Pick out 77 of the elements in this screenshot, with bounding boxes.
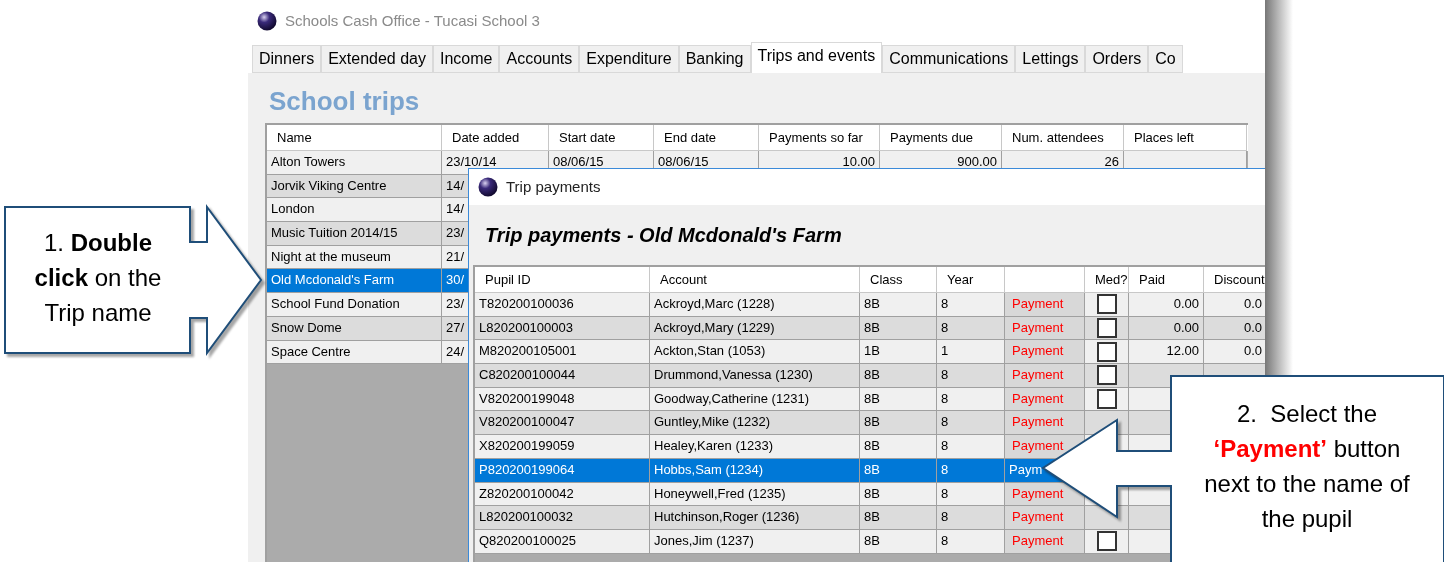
table-cell: Q820200100025	[475, 529, 650, 554]
table-cell[interactable]: Space Centre	[267, 340, 442, 365]
table-cell: Hobbs,Sam (1234)	[650, 458, 860, 483]
table-cell: M820200105001	[475, 340, 650, 365]
table-cell: 8B	[860, 529, 937, 554]
table-cell: 8B	[860, 482, 937, 507]
table-cell: Guntley,Mike (1232)	[650, 411, 860, 436]
table-cell: Jones,Jim (1237)	[650, 529, 860, 554]
table-cell: Z820200100042	[475, 482, 650, 507]
table-cell-text: 0.0	[1242, 342, 1262, 361]
table-cell: V820200199048	[475, 387, 650, 412]
table-cell: T820200100036	[475, 293, 650, 317]
table-cell: 8B	[860, 316, 937, 341]
table-cell: 8	[937, 458, 1005, 483]
table-cell: Healey,Karen (1233)	[650, 435, 860, 459]
table-cell-text: 0.0	[1242, 295, 1262, 313]
table-cell: 8B	[860, 364, 937, 388]
tab[interactable]: Accounts	[499, 45, 580, 73]
table-cell: Ackton,Stan (1053)	[650, 340, 860, 365]
tab[interactable]: Communications	[882, 45, 1016, 73]
dialog-heading: Trip payments - Old Mcdonald's Farm	[485, 223, 842, 248]
table-cell: 8B	[860, 506, 937, 530]
table-cell[interactable]: Night at the museum	[267, 245, 442, 270]
table-cell: 8	[937, 529, 1005, 554]
table-cell: 12.00	[1129, 340, 1204, 365]
table-cell: 0.00	[1129, 293, 1204, 317]
table-cell: L820200100032	[475, 506, 650, 530]
table-cell: Ackroyd,Marc (1228)	[650, 293, 860, 317]
tab[interactable]: Dinners	[252, 45, 322, 73]
tab[interactable]: Orders	[1085, 45, 1149, 73]
table-cell: 8	[937, 411, 1005, 436]
dialog-title: Trip payments	[506, 176, 601, 197]
tab[interactable]: Trips and events	[750, 42, 883, 73]
tab[interactable]: Banking	[678, 45, 751, 73]
table-cell: Drummond,Vanessa (1230)	[650, 364, 860, 388]
table-cell: 8	[937, 387, 1005, 412]
table-cell[interactable]: Old Mcdonald's Farm	[267, 269, 442, 294]
table-cell[interactable]: London	[267, 198, 442, 223]
tab[interactable]: Lettings	[1015, 45, 1086, 73]
callout-text: 2. Select the ‘Payment’ button next to the name of the pupil	[1203, 399, 1411, 534]
table-cell: Goodway,Catherine (1231)	[650, 387, 860, 412]
table-cell: 8B	[860, 411, 937, 436]
payment-button[interactable]: Paym	[1009, 461, 1043, 477]
tab[interactable]: Income	[433, 45, 500, 73]
table-cell: Honeywell,Fred (1235)	[650, 482, 860, 507]
table-cell-text: 0.0	[1242, 318, 1262, 337]
table-cell: 8	[937, 482, 1005, 507]
table-cell: 0.00	[1129, 316, 1204, 341]
table-cell: L820200100003	[475, 316, 650, 341]
tab[interactable]: Expenditure	[579, 45, 679, 73]
window-title: Schools Cash Office - Tucasi School 3	[285, 10, 540, 31]
table-cell: 8B	[860, 458, 937, 483]
table-cell: 8	[937, 293, 1005, 317]
tab[interactable]: Extended day	[321, 45, 433, 73]
table-cell: 1B	[860, 340, 937, 365]
table-cell[interactable]: Snow Dome	[267, 316, 442, 341]
table-cell: P820200199064	[475, 458, 650, 483]
table-cell[interactable]: Jorvik Viking Centre	[267, 174, 442, 199]
table-cell: V820200100047	[475, 411, 650, 436]
table-cell: Hutchinson,Roger (1236)	[650, 506, 860, 530]
table-cell: 8B	[860, 435, 937, 459]
table-cell: 8B	[860, 387, 937, 412]
table-cell: 8	[937, 316, 1005, 341]
table-cell: 8B	[860, 293, 937, 317]
table-cell[interactable]: School Fund Donation	[267, 293, 442, 317]
table-cell: 8	[937, 364, 1005, 388]
table-cell[interactable]: Alton Towers	[267, 151, 442, 175]
table-cell: Ackroyd,Mary (1229)	[650, 316, 860, 341]
table-cell[interactable]: Music Tuition 2014/15	[267, 222, 442, 246]
tab[interactable]: Co	[1148, 45, 1183, 73]
table-cell: 1	[937, 340, 1005, 365]
table-cell: X820200199059	[475, 435, 650, 459]
table-cell: 8	[937, 506, 1005, 530]
table-cell: C820200100044	[475, 364, 650, 388]
callout-text: 1. Double click on the Trip name	[33, 228, 163, 328]
page-heading: School trips	[268, 85, 421, 118]
table-cell: 8	[937, 435, 1005, 459]
